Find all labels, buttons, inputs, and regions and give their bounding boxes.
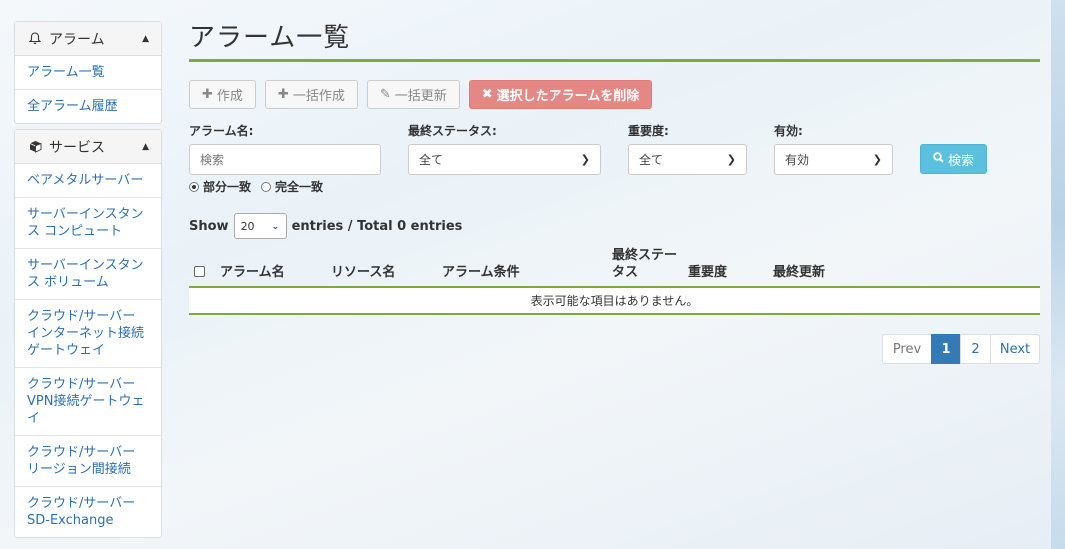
column-severity[interactable]: 重要度 (688, 264, 727, 281)
empty-message: 表示可能な項目はありません。 (530, 294, 699, 308)
table-header: アラーム名 リソース名 アラーム条件 最終ステータス 重要度 最終更新 (189, 244, 1040, 288)
pagination: Prev 1 2 Next (882, 334, 1040, 364)
select-all-checkbox[interactable] (194, 266, 205, 277)
status-select-value: 全て (419, 153, 444, 167)
match-mode-group: 部分一致 完全一致 (189, 178, 333, 195)
column-alarm-name[interactable]: アラーム名 (220, 264, 285, 281)
match-exact-radio[interactable] (261, 181, 272, 192)
enabled-label: 有効: (774, 124, 803, 138)
column-last-updated[interactable]: 最終更新 (773, 264, 825, 281)
prev-page-button[interactable]: Prev (882, 334, 932, 364)
severity-label: 重要度: (628, 124, 669, 138)
entries-summary: entries / Total 0 entries (291, 218, 463, 234)
caret-up-icon: ▲ (142, 33, 149, 44)
sidebar-item-baremetal[interactable]: ベアメタルサーバー (15, 164, 161, 198)
delete-selected-button-label: 選択したアラームを削除 (496, 89, 640, 104)
table-bottom-divider (189, 313, 1040, 315)
service-panel-title: サービス (49, 139, 105, 156)
column-resource-name[interactable]: リソース名 (331, 264, 395, 281)
sidebar-item-instance-compute[interactable]: サーバーインスタンス コンピュート (15, 198, 161, 249)
bulk-create-button[interactable]: ✚ 一括作成 (264, 80, 358, 109)
create-button-label: 作成 (216, 89, 243, 104)
severity-select[interactable]: 全て ❯ (628, 144, 747, 175)
edit-icon: ✎ (379, 87, 391, 102)
chevron-down-icon: ❯ (872, 153, 882, 166)
create-button[interactable]: ✚ 作成 (189, 80, 256, 109)
toolbar: ✚ 作成 ✚ 一括作成 ✎ 一括更新 ✖ 選択したアラームを削除 (189, 80, 661, 109)
match-partial-label: 部分一致 (203, 180, 252, 194)
page-title: アラーム一覧 (189, 23, 351, 53)
filter-form: アラーム名: 最終ステータス: 全て ❯ 重要度: 全て ❯ 有効: 有効 ❯ … (189, 122, 1040, 202)
column-alarm-condition[interactable]: アラーム条件 (442, 264, 520, 281)
close-icon: ✖ (481, 87, 493, 102)
alarm-panel: アラーム ▲ アラーム一覧 全アラーム履歴 (14, 21, 162, 124)
sidebar-item-vpn-gateway[interactable]: クラウド/サーバー VPN接続ゲートウェイ (15, 368, 161, 436)
plus-icon: ✚ (202, 87, 213, 102)
chevron-down-icon: ❯ (580, 153, 590, 166)
search-icon (933, 151, 944, 167)
match-exact-label: 完全一致 (275, 180, 324, 194)
search-button-label: 検索 (948, 153, 975, 169)
show-label: Show (189, 218, 229, 234)
alarm-name-search-input[interactable] (189, 144, 381, 175)
chevron-down-icon: ❯ (726, 153, 736, 166)
bell-icon (27, 32, 43, 45)
plus-icon: ✚ (277, 87, 289, 102)
delete-selected-button[interactable]: ✖ 選択したアラームを削除 (468, 80, 653, 109)
sidebar-item-alarm-list[interactable]: アラーム一覧 (15, 56, 161, 90)
page-2-button[interactable]: 2 (960, 334, 991, 364)
alarm-name-label: アラーム名: (189, 124, 254, 138)
page-size-select[interactable]: 20 ⌄ (233, 213, 287, 239)
severity-select-value: 全て (639, 153, 664, 167)
caret-up-icon: ▲ (142, 141, 149, 152)
search-button[interactable]: 検索 (920, 144, 988, 174)
column-last-status[interactable]: 最終ステータス (612, 247, 678, 281)
sidebar-item-instance-volume[interactable]: サーバーインスタンス ボリューム (15, 249, 161, 300)
page-1-button[interactable]: 1 (931, 334, 961, 364)
status-label: 最終ステータス: (408, 124, 497, 138)
background-edge (1051, 0, 1065, 549)
alarm-panel-header[interactable]: アラーム ▲ (15, 22, 161, 56)
status-select[interactable]: 全て ❯ (408, 144, 601, 175)
match-partial-option[interactable]: 部分一致 (189, 178, 251, 195)
bulk-update-button-label: 一括更新 (394, 89, 447, 104)
match-exact-option[interactable]: 完全一致 (261, 178, 323, 195)
sidebar-item-inter-region[interactable]: クラウド/サーバー リージョン間接続 (15, 436, 161, 487)
cube-icon (27, 140, 43, 153)
service-panel-header[interactable]: サービス ▲ (15, 130, 161, 164)
entries-control: Show 20 ⌄ entries / Total 0 entries (189, 213, 462, 239)
enabled-select[interactable]: 有効 ❯ (774, 144, 893, 175)
alarm-panel-title: アラーム (49, 31, 105, 48)
enabled-select-value: 有効 (785, 153, 810, 167)
title-divider (189, 59, 1040, 62)
sidebar-item-internet-gateway[interactable]: クラウド/サーバー インターネット接続ゲートウェイ (15, 300, 161, 368)
chevron-down-icon: ⌄ (271, 220, 280, 232)
bulk-update-button[interactable]: ✎ 一括更新 (366, 80, 460, 109)
page-size-value: 20 (240, 219, 255, 233)
next-page-button[interactable]: Next (990, 334, 1040, 364)
match-partial-radio[interactable] (189, 181, 199, 192)
sidebar-item-alarm-history[interactable]: 全アラーム履歴 (15, 90, 161, 123)
bulk-create-button-label: 一括作成 (292, 89, 345, 104)
table-empty-row: 表示可能な項目はありません。 (189, 288, 1040, 313)
sidebar: アラーム ▲ アラーム一覧 全アラーム履歴 サービス ▲ ベアメタルサーバー サ… (14, 21, 162, 543)
service-panel: サービス ▲ ベアメタルサーバー サーバーインスタンス コンピュート サーバーイ… (14, 129, 162, 538)
sidebar-item-sd-exchange[interactable]: クラウド/サーバー SD-Exchange (15, 487, 161, 537)
